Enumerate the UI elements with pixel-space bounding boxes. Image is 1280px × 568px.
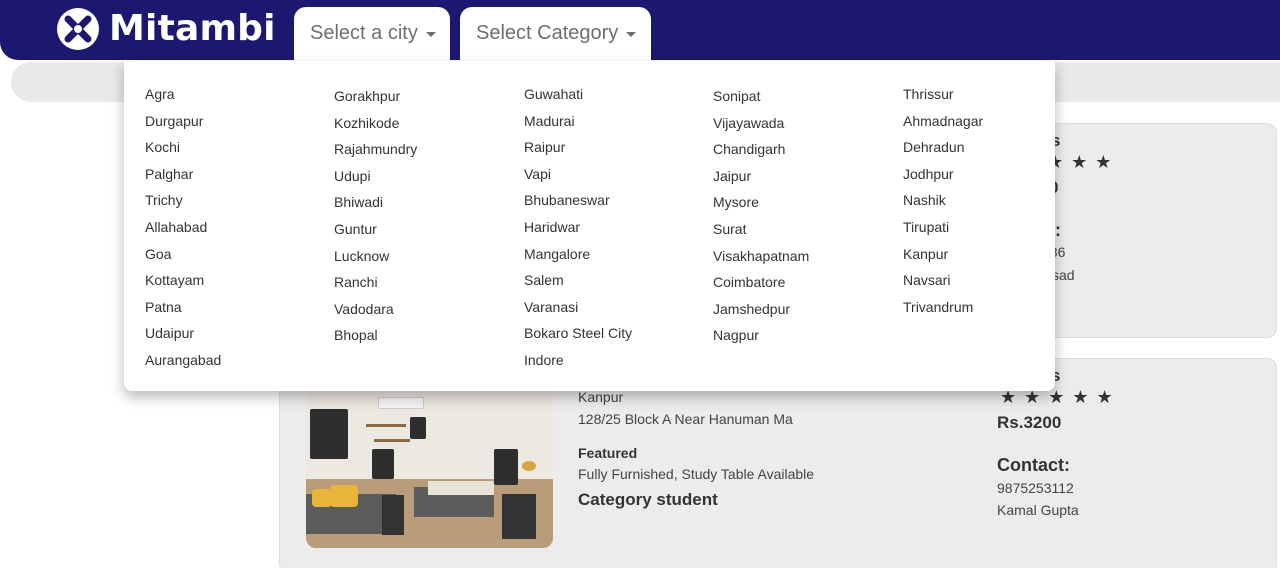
city-dropdown-menu: Agra Durgapur Kochi Palghar Trichy Allahabad G… <box>124 61 1055 391</box>
city-column: Thrissur Ahmadnagar Dehradun Jodhpur Nashik T… <box>903 81 983 320</box>
city-option[interactable]: Kozhikode <box>334 110 417 137</box>
city-option[interactable]: Tirupati <box>903 214 983 241</box>
brand-name: Mitambi <box>109 8 276 49</box>
city-option[interactable]: Haridwar <box>524 214 632 241</box>
city-option[interactable]: Bhubaneswar <box>524 187 632 214</box>
city-option[interactable]: Raipur <box>524 134 632 161</box>
top-navbar: Mitambi Select a city Select Category <box>0 0 1280 60</box>
city-option[interactable]: Allahabad <box>145 214 221 241</box>
city-option[interactable]: Mangalore <box>524 241 632 268</box>
city-option[interactable]: Nashik <box>903 187 983 214</box>
contact-phone: 9875253112 <box>997 480 1074 496</box>
city-option[interactable]: Navsari <box>903 267 983 294</box>
city-option[interactable]: Kanpur <box>903 241 983 268</box>
city-option[interactable]: Salem <box>524 267 632 294</box>
city-option[interactable]: Madurai <box>524 108 632 135</box>
city-option[interactable]: Patna <box>145 294 221 321</box>
city-option[interactable]: Vadodara <box>334 296 417 323</box>
city-option[interactable]: Vapi <box>524 161 632 188</box>
chevron-down-icon <box>425 32 436 37</box>
city-option[interactable]: Jodhpur <box>903 161 983 188</box>
city-column: Gorakhpur Kozhikode Rajahmundry Udupi Bhiwad… <box>334 83 417 349</box>
city-option[interactable]: Udupi <box>334 163 417 190</box>
logo-icon <box>57 8 99 50</box>
category-label: Category student <box>578 490 718 509</box>
owner-name: Kamal Gupta <box>997 502 1079 518</box>
city-option[interactable]: Udaipur <box>145 320 221 347</box>
contact-label: Contact: <box>997 455 1070 475</box>
city-option[interactable]: Guntur <box>334 216 417 243</box>
chevron-down-icon <box>626 32 637 37</box>
city-option[interactable]: Chandigarh <box>713 136 809 163</box>
city-option[interactable]: Ranchi <box>334 269 417 296</box>
brand-logo[interactable]: Mitambi <box>56 7 276 51</box>
city-option[interactable]: Varanasi <box>524 294 632 321</box>
city-option[interactable]: Lucknow <box>334 243 417 270</box>
city-option[interactable]: Bhopal <box>334 322 417 349</box>
featured-label: Featured <box>578 445 638 461</box>
city-option[interactable]: Vijayawada <box>713 110 809 137</box>
city-option[interactable]: Rajahmundry <box>334 136 417 163</box>
city-option[interactable]: Mysore <box>713 189 809 216</box>
listing-address: 128/25 Block A Near Hanuman Ma <box>578 411 793 427</box>
city-option[interactable]: Trichy <box>145 187 221 214</box>
owner-name: sad <box>1052 267 1075 283</box>
category-select-label: Select Category <box>476 22 619 44</box>
city-option[interactable]: Trivandrum <box>903 294 983 321</box>
city-option[interactable]: Thrissur <box>903 81 983 108</box>
amenities: Fully Furnished, Study Table Available <box>578 466 815 482</box>
city-option[interactable]: Sonipat <box>713 83 809 110</box>
city-option[interactable]: Kottayam <box>145 267 221 294</box>
city-column: Agra Durgapur Kochi Palghar Trichy Allahabad G… <box>145 81 221 374</box>
city-column: Sonipat Vijayawada Chandigarh Jaipur Mysore S… <box>713 83 809 349</box>
city-option[interactable]: Aurangabad <box>145 347 221 374</box>
city-option[interactable]: Guwahati <box>524 81 632 108</box>
city-option[interactable]: Agra <box>145 81 221 108</box>
city-option[interactable]: Indore <box>524 347 632 374</box>
city-option[interactable]: Visakhapatnam <box>713 243 809 270</box>
city-option[interactable]: Palghar <box>145 161 221 188</box>
city-option[interactable]: Gorakhpur <box>334 83 417 110</box>
city-option[interactable]: Bhiwadi <box>334 189 417 216</box>
price: Rs.3200 <box>997 413 1062 432</box>
city-option[interactable]: Jaipur <box>713 163 809 190</box>
city-option[interactable]: Goa <box>145 241 221 268</box>
city-option[interactable]: Surat <box>713 216 809 243</box>
city-option[interactable]: Kochi <box>145 134 221 161</box>
city-select-dropdown[interactable]: Select a city <box>294 7 450 60</box>
room-photo[interactable] <box>306 369 553 548</box>
category-select-dropdown[interactable]: Select Category <box>460 7 651 60</box>
city-option[interactable]: Coimbatore <box>713 269 809 296</box>
city-option[interactable]: Durgapur <box>145 108 221 135</box>
city-option[interactable]: Nagpur <box>713 322 809 349</box>
city-select-label: Select a city <box>310 22 418 44</box>
city-column: Guwahati Madurai Raipur Vapi Bhubaneswar Hari… <box>524 81 632 374</box>
city-option[interactable]: Jamshedpur <box>713 296 809 323</box>
star-rating: ★★★ <box>1047 152 1120 172</box>
city-option[interactable]: Dehradun <box>903 134 983 161</box>
city-option[interactable]: Ahmadnagar <box>903 108 983 135</box>
listing-city: Kanpur <box>578 389 624 405</box>
city-option[interactable]: Bokaro Steel City <box>524 320 632 347</box>
